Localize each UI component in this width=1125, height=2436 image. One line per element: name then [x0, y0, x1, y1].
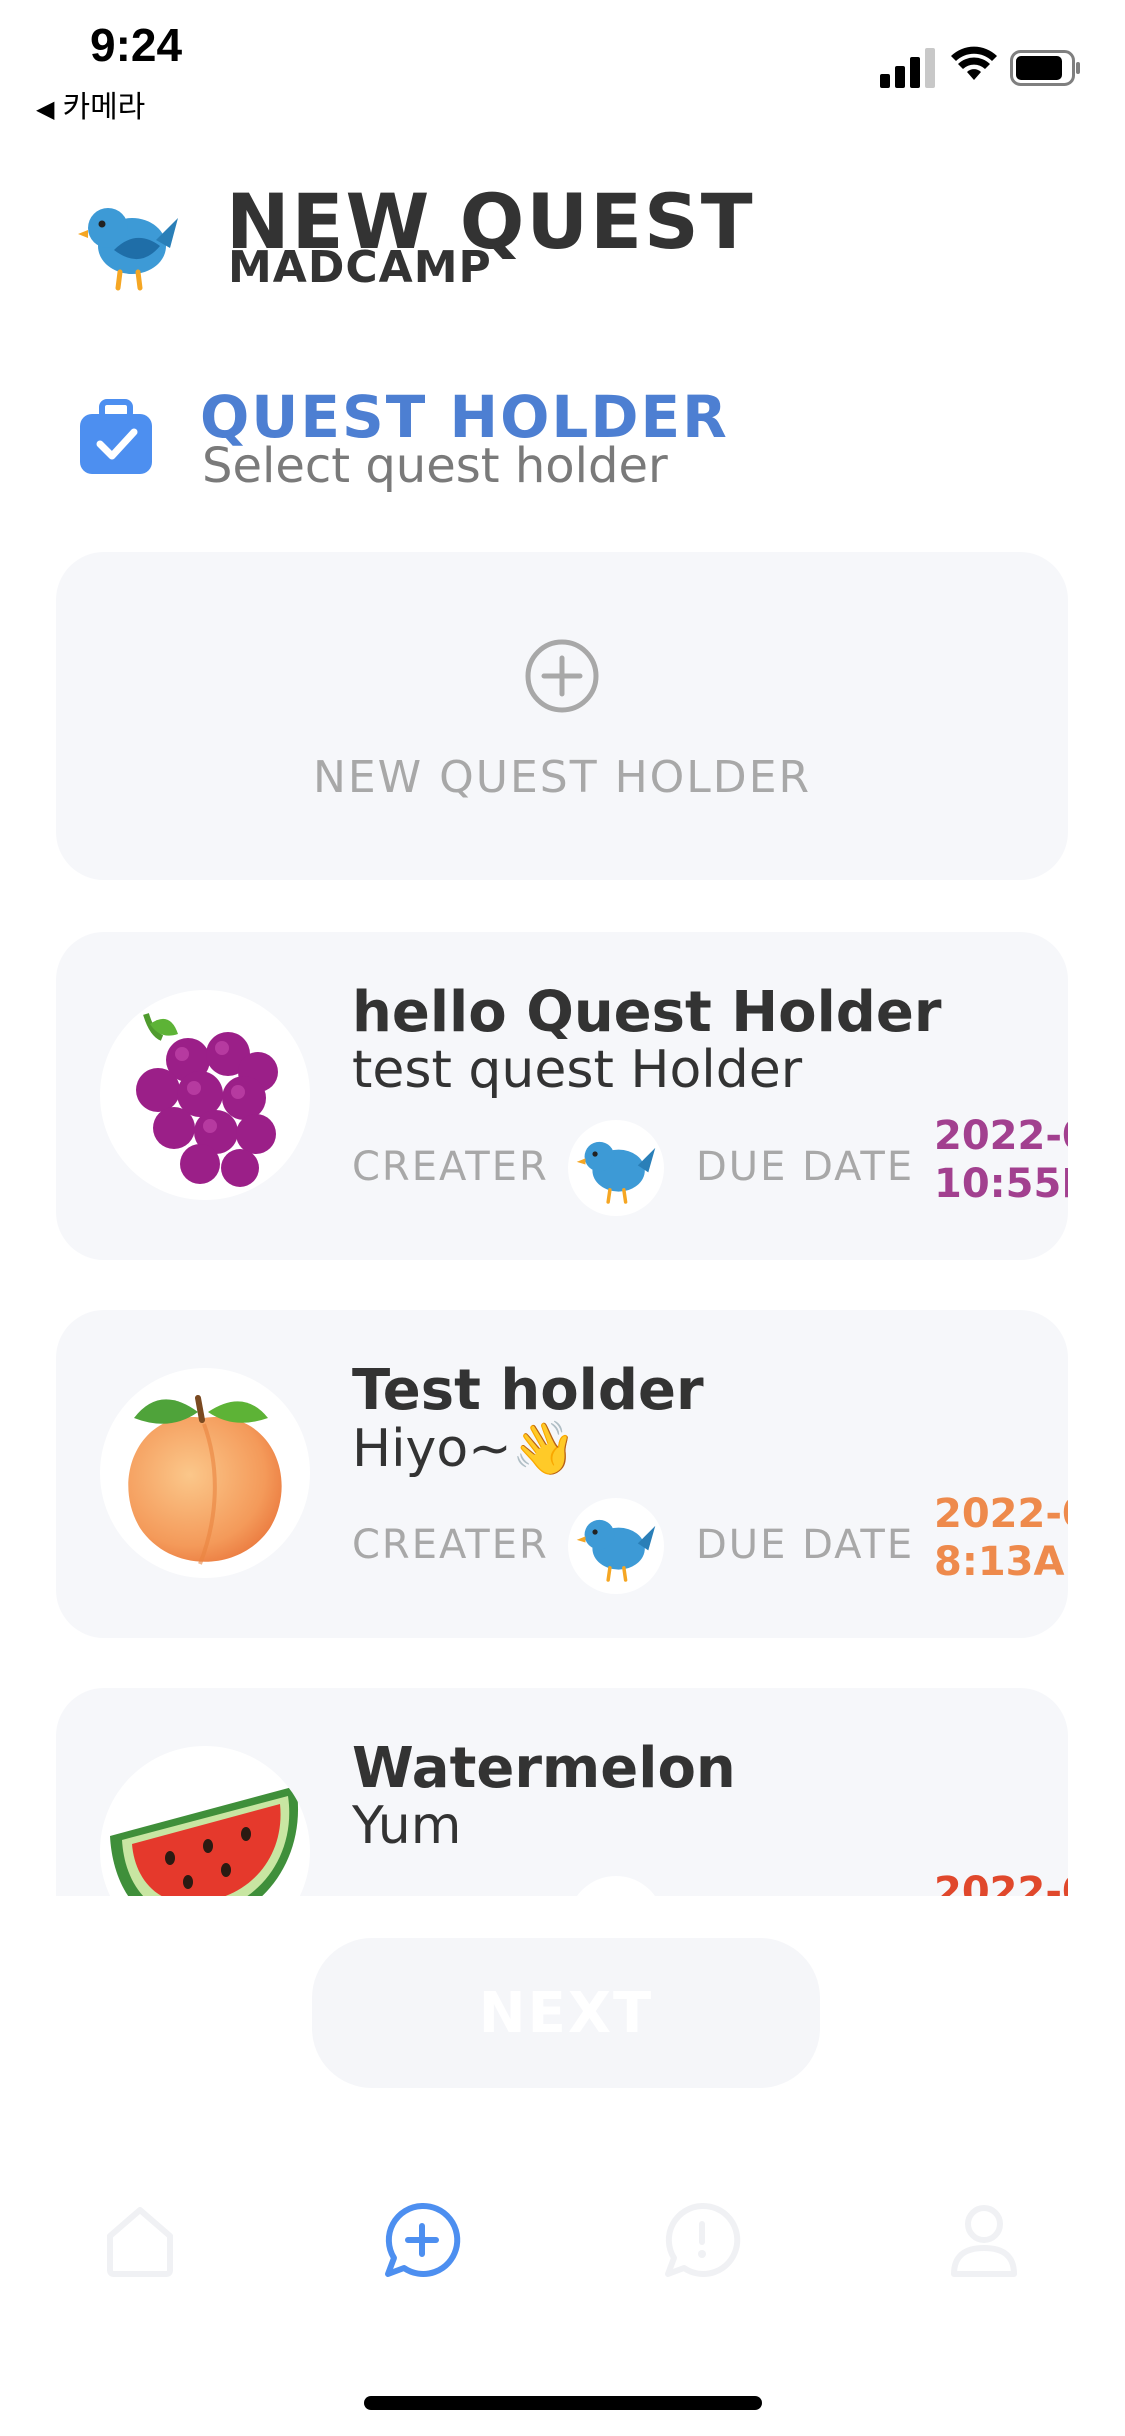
due-date-value: 2022-0 [934, 1113, 1068, 1159]
holder-avatar [100, 1368, 310, 1578]
home-icon[interactable] [100, 2200, 180, 2280]
bird-icon [576, 1141, 656, 1204]
home-indicator[interactable] [364, 2396, 762, 2410]
creator-avatar [568, 1498, 664, 1594]
quest-holder-card[interactable]: Test holder Hiyo~👋 CREATER DUE DATE 2022… [56, 1310, 1068, 1638]
section-subtitle: Select quest holder [202, 438, 668, 494]
next-button[interactable]: NEXT [312, 1938, 820, 2088]
quest-holder-card[interactable]: Watermelon Yum CREATER DUE DATE 2022-0 [56, 1688, 1068, 1896]
due-date-label: DUE DATE [696, 1522, 915, 1568]
holder-title: Watermelon [352, 1736, 736, 1801]
due-time-value: 8:13AM [934, 1539, 1068, 1585]
bird-icon [78, 208, 178, 291]
peach-icon [128, 1395, 282, 1565]
grapes-icon [136, 1013, 278, 1187]
holder-description: Hiyo~👋 [352, 1419, 577, 1479]
battery-icon [1010, 50, 1080, 86]
due-date-label: DUE DATE [696, 1144, 915, 1190]
due-time-value: 10:55P [934, 1161, 1068, 1207]
back-to-app-link[interactable]: ◀ 카메라 [36, 82, 145, 126]
watermelon-icon [110, 1786, 298, 1896]
quest-holder-list[interactable]: NEW QUEST HOLDER hello Quest Holder test… [0, 540, 1125, 1896]
status-time: 9:24 [90, 19, 183, 71]
holder-description: test quest Holder [352, 1040, 803, 1100]
holder-title: Test holder [352, 1358, 704, 1423]
wifi-icon [951, 46, 997, 80]
chat-plus-icon[interactable] [382, 2200, 462, 2280]
clipboard-check-icon [80, 399, 152, 474]
page-subtitle: MADCAMP [228, 242, 492, 293]
new-quest-holder-label: NEW QUEST HOLDER [312, 752, 812, 803]
creator-avatar [568, 1876, 664, 1896]
creator-avatar [568, 1120, 664, 1216]
creater-label: CREATER [352, 1144, 549, 1190]
user-icon[interactable] [944, 2200, 1024, 2280]
holder-description: Yum [352, 1796, 462, 1856]
quest-holder-card[interactable]: hello Quest Holder test quest Holder CRE… [56, 932, 1068, 1260]
due-date-value: 2022-0 [934, 1869, 1068, 1896]
new-quest-holder-button[interactable]: NEW QUEST HOLDER [56, 552, 1068, 880]
bird-icon [576, 1519, 656, 1582]
bird-icon [568, 1876, 664, 1896]
holder-avatar [100, 1746, 310, 1896]
creater-label: CREATER [352, 1522, 549, 1568]
holder-title: hello Quest Holder [352, 980, 942, 1045]
plus-circle-icon [525, 639, 599, 713]
holder-avatar [100, 990, 310, 1200]
back-app-label: 카메라 [62, 90, 146, 125]
chat-alert-icon[interactable] [662, 2200, 742, 2280]
due-date-value: 2022-0 [934, 1491, 1068, 1537]
back-triangle-icon: ◀ [36, 95, 55, 123]
cellular-signal-icon [880, 48, 935, 88]
